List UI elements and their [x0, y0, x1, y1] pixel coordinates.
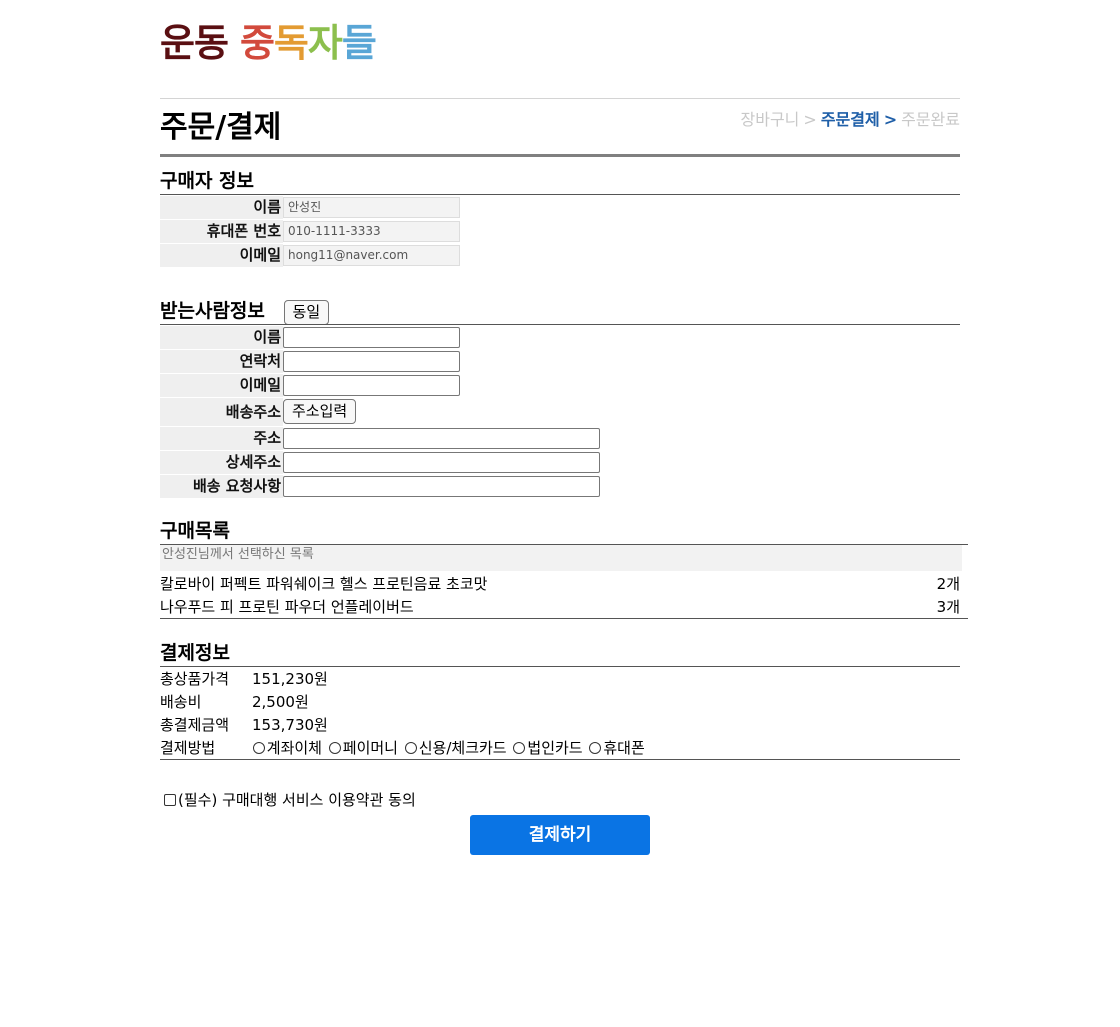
buyer-email-row: 이메일 hong11@naver.com — [160, 243, 460, 267]
product-total-row: 총상품가격 151,230원 — [160, 668, 328, 690]
payment-section-divider — [160, 666, 960, 667]
header-bottom-divider — [160, 154, 960, 157]
address-search-button[interactable]: 주소입력 — [283, 399, 357, 424]
receiver-detail-row: 상세주소 — [160, 450, 600, 474]
buyer-name-field: 안성진 — [283, 196, 460, 218]
payment-method-row: 결제방법 계좌이체 페이머니 신용/체크카드 법인카드 휴대폰 — [160, 737, 645, 759]
receiver-addr-row: 주소 — [160, 426, 600, 450]
header-top-divider — [160, 98, 960, 99]
step-cart[interactable]: 장바구니 — [741, 110, 800, 129]
receiver-address-row: 배송주소 주소입력 — [160, 397, 357, 426]
method-corporate-card-label[interactable]: 법인카드 — [527, 739, 582, 757]
step-complete: 주문완료 — [901, 110, 960, 129]
buyer-email-field: hong11@naver.com — [283, 244, 460, 266]
receiver-contact-label: 연락처 — [160, 349, 283, 373]
receiver-section-label: 받는사람정보 — [160, 300, 265, 322]
logo-char: 운 — [160, 21, 195, 65]
buyer-section-title: 구매자 정보 — [160, 170, 255, 192]
order-item-name: 칼로바이 퍼펙트 파워쉐이크 헬스 프로틴음료 초코맛 — [160, 575, 488, 593]
receiver-request-label: 배송 요청사항 — [160, 474, 283, 498]
same-as-buyer-button[interactable]: 동일 — [283, 300, 330, 325]
radio-mobile[interactable] — [589, 742, 602, 754]
page-title: 주문/결제 — [160, 110, 282, 145]
grand-total-value: 153,730원 — [252, 716, 328, 734]
receiver-contact-row: 연락처 — [160, 349, 460, 373]
list-item: 나우푸드 피 프로틴 파우더 언플레이버드 3개 — [160, 596, 960, 618]
logo-char: 중 — [239, 21, 275, 65]
receiver-email-label: 이메일 — [160, 373, 283, 397]
order-item-qty: 3개 — [936, 598, 960, 616]
method-credit-card-label[interactable]: 신용/체크카드 — [419, 739, 507, 757]
grand-total-row: 총결제금액 153,730원 — [160, 714, 328, 736]
receiver-section-title: 받는사람정보 동일 — [160, 298, 330, 325]
checkout-steps: 장바구니 > 주문결제 > 주문완료 — [741, 108, 960, 132]
logo-char: 자 — [307, 21, 343, 65]
receiver-name-input[interactable] — [283, 326, 460, 348]
receiver-email-row: 이메일 — [160, 373, 460, 397]
receiver-detail-label: 상세주소 — [160, 450, 283, 474]
radio-credit-card[interactable] — [404, 742, 417, 754]
logo-char: 독 — [273, 21, 309, 65]
step-checkout: 주문결제 — [820, 110, 880, 129]
step-separator: > — [883, 110, 898, 129]
address-input[interactable] — [283, 427, 600, 449]
orders-section-title: 구매목록 — [160, 520, 230, 542]
order-item-name: 나우푸드 피 프로틴 파우더 언플레이버드 — [160, 598, 414, 616]
terms-label[interactable]: (필수) 구매대행 서비스 이용약관 동의 — [178, 791, 416, 809]
payment-section-title: 결제정보 — [160, 642, 230, 664]
radio-corporate-card[interactable] — [513, 742, 526, 754]
method-bank-transfer-label[interactable]: 계좌이체 — [267, 739, 322, 757]
buyer-name-label: 이름 — [160, 195, 283, 219]
logo-char: 들 — [341, 21, 377, 65]
buyer-name-row: 이름 안성진 — [160, 195, 460, 219]
buyer-email-label: 이메일 — [160, 243, 283, 267]
logo-char: 동 — [193, 21, 229, 65]
payment-bottom-divider — [160, 759, 960, 760]
list-item: 칼로바이 퍼펙트 파워쉐이크 헬스 프로틴음료 초코맛 2개 — [160, 573, 960, 595]
receiver-address-label: 배송주소 — [160, 397, 283, 426]
delivery-request-input[interactable] — [283, 475, 600, 497]
method-mobile-label[interactable]: 휴대폰 — [603, 739, 644, 757]
receiver-email-input[interactable] — [283, 374, 460, 396]
step-separator: > — [803, 110, 817, 129]
terms-agreement-row: (필수) 구매대행 서비스 이용약관 동의 — [164, 789, 416, 811]
buyer-phone-label: 휴대폰 번호 — [160, 219, 283, 243]
method-paymoney-label[interactable]: 페이머니 — [343, 739, 398, 757]
payment-method-label: 결제방법 — [160, 739, 216, 757]
buyer-phone-field: 010-1111-3333 — [283, 220, 460, 242]
radio-bank-transfer[interactable] — [252, 742, 265, 754]
receiver-name-label: 이름 — [160, 325, 283, 349]
receiver-request-row: 배송 요청사항 — [160, 474, 600, 498]
orders-subtitle: 안성진님께서 선택하신 목록 — [160, 545, 962, 571]
address-detail-input[interactable] — [283, 451, 600, 473]
orders-bottom-divider — [160, 618, 968, 619]
terms-checkbox[interactable] — [164, 794, 176, 806]
product-total-label: 총상품가격 — [160, 670, 230, 688]
buyer-phone-row: 휴대폰 번호 010-1111-3333 — [160, 219, 460, 243]
shipping-label: 배송비 — [160, 693, 202, 711]
receiver-contact-input[interactable] — [283, 350, 460, 372]
product-total-value: 151,230원 — [252, 670, 328, 688]
shipping-row: 배송비 2,500원 — [160, 691, 309, 713]
receiver-addr-label: 주소 — [160, 426, 283, 450]
grand-total-label: 총결제금액 — [160, 716, 230, 734]
pay-button[interactable]: 결제하기 — [470, 815, 650, 855]
order-item-qty: 2개 — [936, 575, 960, 593]
receiver-name-row: 이름 — [160, 325, 460, 349]
radio-paymoney[interactable] — [328, 742, 341, 754]
site-logo[interactable]: 운동 중독자들 — [160, 18, 377, 68]
shipping-value: 2,500원 — [252, 693, 309, 711]
